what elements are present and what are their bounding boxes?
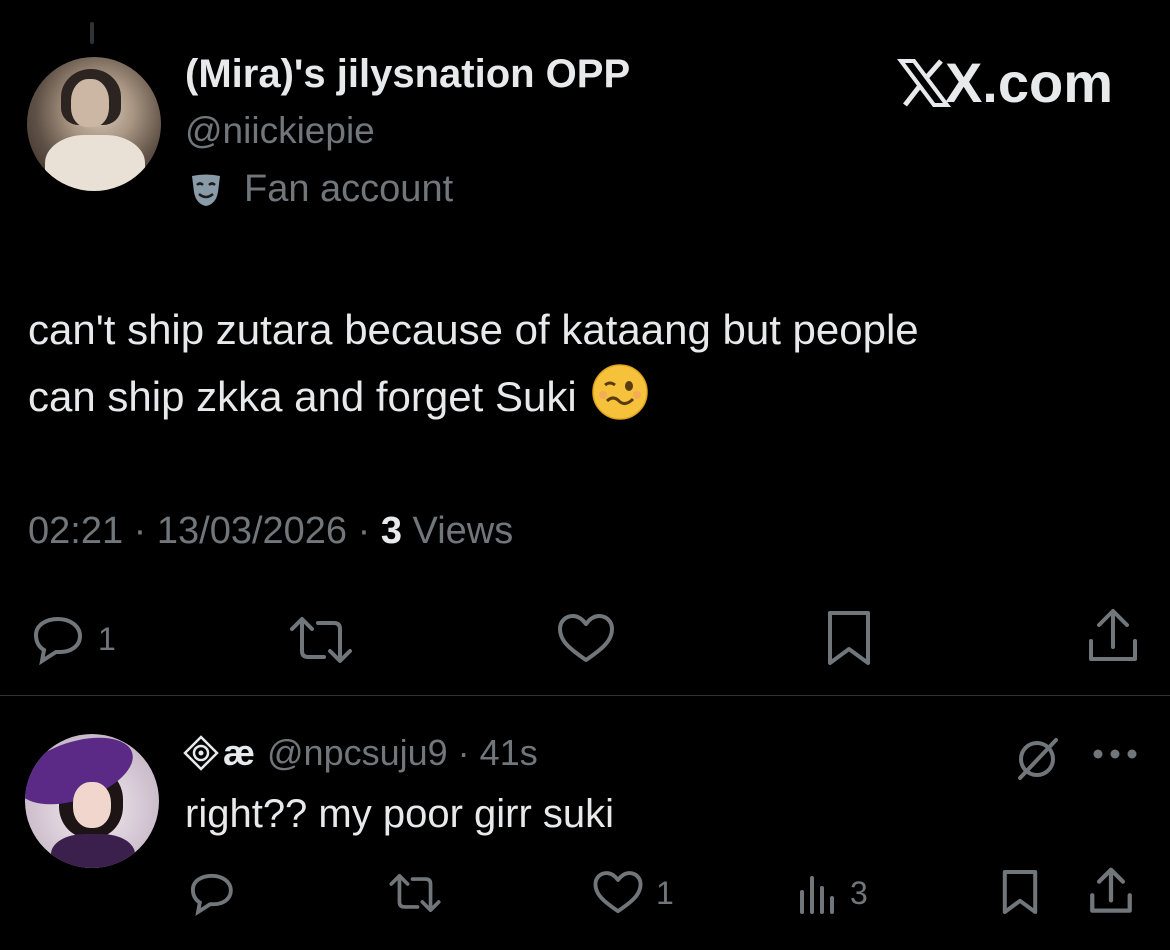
reply-icon xyxy=(33,616,83,665)
x-logo-icon xyxy=(896,58,951,107)
tweet-meta: 02:21 · 13/03/2026 · 3 Views xyxy=(28,510,514,552)
divider xyxy=(0,695,1170,696)
heart-icon xyxy=(558,614,614,662)
author-handle[interactable]: @niickiepie xyxy=(185,110,375,152)
tweet-text-line: can ship zkka and forget Suki xyxy=(28,363,1138,430)
reply-button[interactable]: 1 xyxy=(28,613,116,665)
tweet-detail-page: (Mira)'s jilysnation OPP @niickiepie Fan… xyxy=(0,0,1170,950)
reply-author-name[interactable]: æ xyxy=(223,732,255,774)
views-count: 3 xyxy=(380,510,402,552)
views-label: Views xyxy=(412,510,514,552)
share-icon xyxy=(1089,609,1137,661)
woozy-face-icon xyxy=(591,364,648,420)
tweet-text: can't ship zutara because of kataang but… xyxy=(28,296,1138,430)
bookmark-icon xyxy=(828,611,870,665)
tweet-text-line: can't ship zutara because of kataang but… xyxy=(28,306,919,353)
reply-author-handle[interactable]: @npcsuju9 xyxy=(267,732,448,774)
share-button[interactable] xyxy=(1086,607,1140,665)
author-avatar[interactable] xyxy=(27,57,161,191)
heart-icon xyxy=(593,871,643,914)
grok-icon[interactable] xyxy=(1012,734,1062,784)
tweet-date[interactable]: 13/03/2026 xyxy=(157,510,347,552)
reply-reply-button[interactable] xyxy=(186,870,236,916)
x-watermark: X.com xyxy=(896,50,1113,115)
retweet-icon xyxy=(290,617,352,663)
like-button[interactable] xyxy=(556,613,616,665)
retweet-icon xyxy=(389,873,441,913)
retweet-button[interactable] xyxy=(288,615,354,665)
theater-mask-icon xyxy=(192,174,220,206)
analytics-icon xyxy=(800,876,834,914)
author-affiliation: Fan account xyxy=(188,168,453,211)
more-options-icon[interactable] xyxy=(1092,744,1138,764)
tweet-time[interactable]: 02:21 xyxy=(28,510,123,552)
reply-text: right?? my poor girr suki xyxy=(185,792,615,836)
reply-header: æ @npcsuju9 · 41s xyxy=(183,732,538,774)
reply-time[interactable]: 41s xyxy=(480,732,538,774)
reply-views-count: 3 xyxy=(850,874,868,911)
reply-views-button[interactable]: 3 xyxy=(798,872,868,914)
reply-share-button[interactable] xyxy=(1088,866,1134,916)
bookmark-button[interactable] xyxy=(824,609,874,667)
bookmark-icon xyxy=(1002,870,1038,914)
reply-count: 1 xyxy=(98,620,116,657)
reply-icon xyxy=(190,873,233,916)
reply-retweet-button[interactable] xyxy=(388,872,442,914)
thread-connector-line xyxy=(90,22,94,44)
share-icon xyxy=(1090,867,1132,913)
reply-author-avatar[interactable] xyxy=(25,734,159,868)
reply-bookmark-button[interactable] xyxy=(1000,868,1040,916)
tweet-action-bar: 1 xyxy=(0,605,1170,665)
reply-action-bar: 1 3 xyxy=(0,866,1170,918)
affiliation-label: Fan account xyxy=(244,168,454,210)
reply-like-button[interactable]: 1 xyxy=(592,870,674,916)
watermark-text: X.com xyxy=(944,51,1113,114)
author-display-name[interactable]: (Mira)'s jilysnation OPP xyxy=(185,52,630,97)
diamond-symbol-icon xyxy=(183,735,219,771)
reply-like-count: 1 xyxy=(656,874,674,911)
